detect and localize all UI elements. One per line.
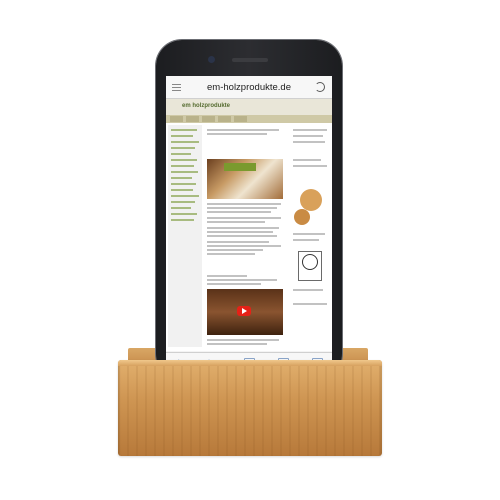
body-text [207,283,261,285]
award-seal-icon [294,209,310,225]
sidebar-item[interactable] [171,183,196,185]
sidebar-item[interactable] [171,159,197,161]
play-icon [242,308,247,314]
tree-icon [302,254,318,270]
promo-badge [224,163,256,171]
right-text [293,129,327,131]
body-text [207,207,277,209]
body-text [207,253,255,255]
body-text [207,203,281,205]
reload-icon[interactable] [315,82,325,92]
sidebar-item[interactable] [171,129,197,131]
sidebar-item[interactable] [171,165,194,167]
quality-seal-icon [300,189,322,211]
right-text [293,303,327,305]
nav-item[interactable] [218,116,231,122]
body-text [207,211,271,213]
sidebar-item[interactable] [171,213,197,215]
body-text [207,275,247,277]
web-page: em holzprodukte [166,99,332,351]
sidebar-item[interactable] [171,171,198,173]
sidebar-item[interactable] [171,189,193,191]
sidebar-item[interactable] [171,153,191,155]
body-text [207,217,281,219]
sidebar-item[interactable] [171,141,199,143]
right-text [293,233,325,235]
right-text [293,165,327,167]
sidebar-item[interactable] [171,147,195,149]
right-text [293,141,325,143]
site-header: em holzprodukte [166,99,332,115]
wooden-stand-edge [118,360,382,366]
body-text [207,235,277,237]
headline-text [207,129,279,131]
wooden-stand-front [118,360,382,456]
nav-item[interactable] [202,116,215,122]
right-text [293,135,323,137]
sidebar-item[interactable] [171,201,195,203]
nav-item[interactable] [186,116,199,122]
sidebar-item[interactable] [171,135,193,137]
sidebar-item[interactable] [171,177,192,179]
phone-screen: em-holzprodukte.de em holzprodukte [166,76,332,372]
browser-address-bar[interactable]: em-holzprodukte.de [166,76,332,99]
sidebar-item[interactable] [171,195,199,197]
body-text [207,279,277,281]
body-text [207,221,265,223]
body-text [207,249,263,251]
earpiece-speaker [232,58,268,62]
right-text [293,159,321,161]
site-nav [166,115,332,123]
front-camera [208,56,215,63]
right-text [293,239,319,241]
nav-item[interactable] [234,116,247,122]
headline-text [207,133,267,135]
body-text [207,241,269,243]
body-text [207,231,273,233]
body-text [207,227,279,229]
nav-item[interactable] [170,116,183,122]
body-text [207,343,267,345]
url-text[interactable]: em-holzprodukte.de [188,82,310,93]
hamburger-icon[interactable] [172,84,181,91]
sidebar-item[interactable] [171,207,191,209]
body-text [207,339,279,341]
right-text [293,289,323,291]
body-text [207,245,281,247]
sidebar-nav [168,125,202,347]
sidebar-item[interactable] [171,219,194,221]
site-logo[interactable]: em holzprodukte [182,103,230,109]
